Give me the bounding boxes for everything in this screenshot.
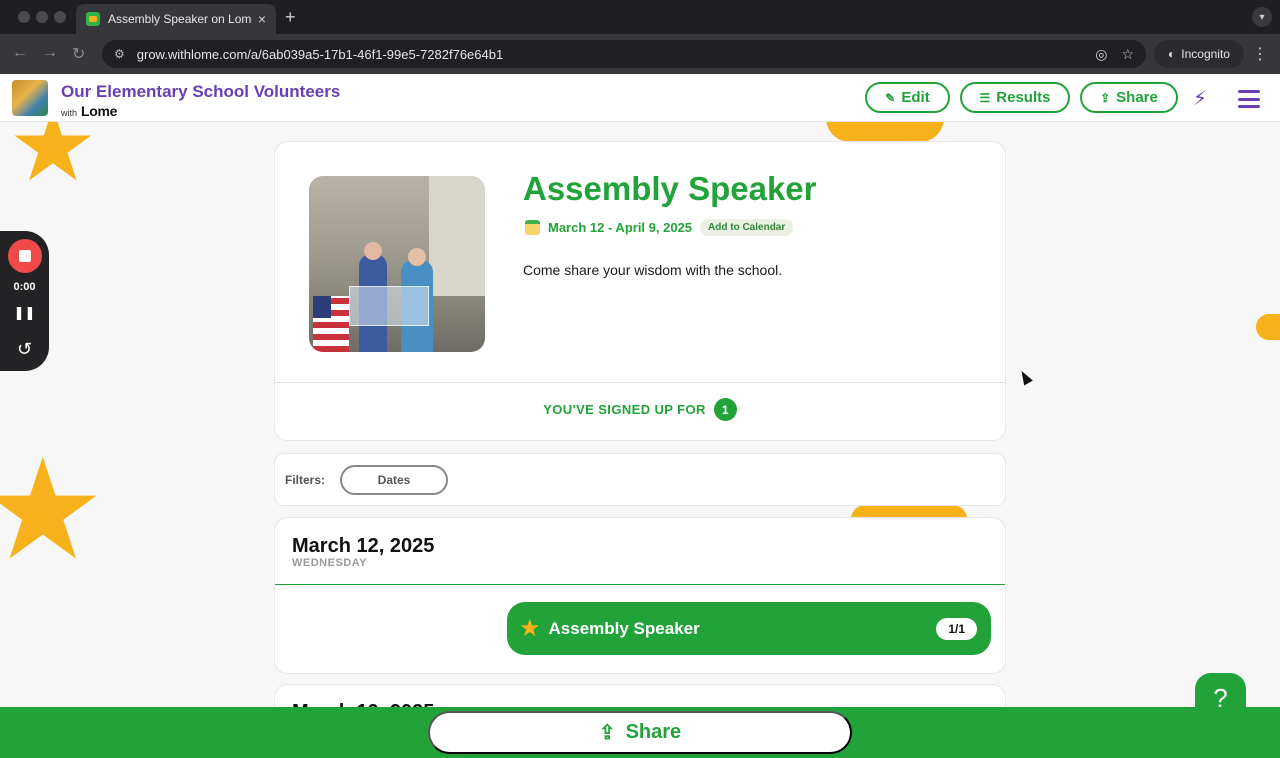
tracking-protection-eye-icon[interactable]: ◎ <box>1095 46 1107 63</box>
app-header: Our Elementary School Volunteers with Lo… <box>0 74 1280 122</box>
photo-podium <box>349 286 429 326</box>
window-close-dot[interactable] <box>18 11 30 23</box>
share-icon: ⇪ <box>598 722 616 744</box>
edit-label: Edit <box>901 89 930 106</box>
share-button[interactable]: ⇪ Share <box>1080 82 1178 113</box>
incognito-badge[interactable]: ◐ Incognito <box>1154 40 1244 68</box>
tab-search-icon[interactable]: ▾ <box>1252 7 1272 27</box>
day-card: March 12, 2025 WEDNESDAY ★ Assembly Spea… <box>274 517 1006 674</box>
lome-brand[interactable]: Lome <box>81 103 117 119</box>
results-button[interactable]: ☰ Results <box>960 82 1070 113</box>
back-arrow-icon[interactable]: ← <box>12 44 28 62</box>
browser-toolbar: ← → ↻ ⚙ grow.withlome.com/a/6ab039a5-17b… <box>0 34 1280 74</box>
pause-icon[interactable]: ❚❚ <box>0 305 49 321</box>
slot-label: Assembly Speaker <box>548 618 700 638</box>
address-bar[interactable]: ⚙ grow.withlome.com/a/6ab039a5-17b1-46f1… <box>102 40 1146 68</box>
share-icon: ⇪ <box>1100 90 1111 105</box>
calendar-icon <box>525 220 540 235</box>
powered-by: with Lome <box>61 103 117 119</box>
hamburger-menu-icon[interactable] <box>1238 90 1260 108</box>
browser-tab-bar: Assembly Speaker on Lome × + ▾ <box>0 0 1280 34</box>
event-date-row: March 12 - April 9, 2025 Add to Calendar <box>525 219 794 236</box>
bookmark-star-icon[interactable]: ☆ <box>1121 46 1134 63</box>
event-photo <box>309 176 485 352</box>
restart-icon[interactable]: ↺ <box>0 339 49 360</box>
photo-head-1 <box>364 242 382 260</box>
mouse-cursor <box>1017 368 1033 386</box>
site-settings-icon[interactable]: ⚙ <box>114 47 125 61</box>
window-minimize-dot[interactable] <box>36 11 48 23</box>
bottom-share-label: Share <box>625 721 682 743</box>
incognito-icon: ◐ <box>1168 47 1176 61</box>
reload-icon[interactable]: ↻ <box>72 44 85 64</box>
event-description: Come share your wisdom with the school. <box>523 262 783 278</box>
event-date-range: March 12 - April 9, 2025 <box>548 220 693 235</box>
new-tab-icon[interactable]: + <box>285 7 296 28</box>
photo-flag <box>313 296 349 352</box>
list-icon: ☰ <box>979 90 991 105</box>
url-text: grow.withlome.com/a/6ab039a5-17b1-46f1-9… <box>136 46 504 62</box>
tab-title: Assembly Speaker on Lome <box>108 12 252 26</box>
signed-up-count-badge: 1 <box>713 398 737 421</box>
signed-up-label: YOU'VE SIGNED UP FOR <box>543 402 706 417</box>
forward-arrow-icon[interactable]: → <box>42 44 58 62</box>
card-divider <box>275 382 1005 383</box>
signed-up-summary[interactable]: YOU'VE SIGNED UP FOR 1 <box>275 398 1005 421</box>
decorative-star-left: ★ <box>0 431 106 588</box>
event-card: Assembly Speaker March 12 - April 9, 202… <box>274 141 1006 441</box>
org-title[interactable]: Our Elementary School Volunteers <box>61 82 340 102</box>
slot-count-badge: 1/1 <box>936 617 977 640</box>
bottom-share-button[interactable]: ⇪ Share <box>428 711 852 754</box>
event-title: Assembly Speaker <box>523 170 817 207</box>
tab-close-icon[interactable]: × <box>258 11 266 27</box>
lightning-bolt-icon[interactable]: ⚡ <box>1193 86 1207 111</box>
pencil-icon: ✎ <box>885 90 896 105</box>
help-button[interactable]: ? <box>1195 673 1246 724</box>
add-to-calendar-button[interactable]: Add to Calendar <box>700 219 794 236</box>
day-date: March 12, 2025 <box>292 535 435 557</box>
slot-assembly-speaker[interactable]: ★ Assembly Speaker 1/1 <box>507 602 991 655</box>
photo-building <box>429 176 485 296</box>
lome-favicon-icon <box>86 12 100 26</box>
stop-recording-button[interactable] <box>8 239 42 273</box>
filters-label: Filters: <box>285 473 326 487</box>
with-label: with <box>61 108 78 118</box>
edit-button[interactable]: ✎ Edit <box>865 82 950 113</box>
share-label: Share <box>1116 89 1158 106</box>
filters-bar: Filters: Dates <box>274 453 1006 506</box>
signed-up-star-icon: ★ <box>519 615 541 642</box>
day-weekday: WEDNESDAY <box>292 557 367 569</box>
window-zoom-dot[interactable] <box>54 11 66 23</box>
dates-filter-button[interactable]: Dates <box>340 465 448 495</box>
browser-menu-icon[interactable]: ⋮ <box>1252 44 1268 64</box>
photo-head-2 <box>408 248 426 266</box>
bottom-share-bar: ⇪ Share <box>0 707 1280 758</box>
results-label: Results <box>996 89 1051 106</box>
browser-tab-active[interactable]: Assembly Speaker on Lome × <box>76 4 276 34</box>
decorative-blob-right <box>1256 314 1280 340</box>
org-logo[interactable] <box>12 80 48 116</box>
recording-time: 0:00 <box>13 281 36 293</box>
screen-recorder-widget: 0:00 ❚❚ ↺ <box>0 231 49 371</box>
incognito-label: Incognito <box>1181 47 1230 61</box>
day-divider <box>275 584 1005 585</box>
